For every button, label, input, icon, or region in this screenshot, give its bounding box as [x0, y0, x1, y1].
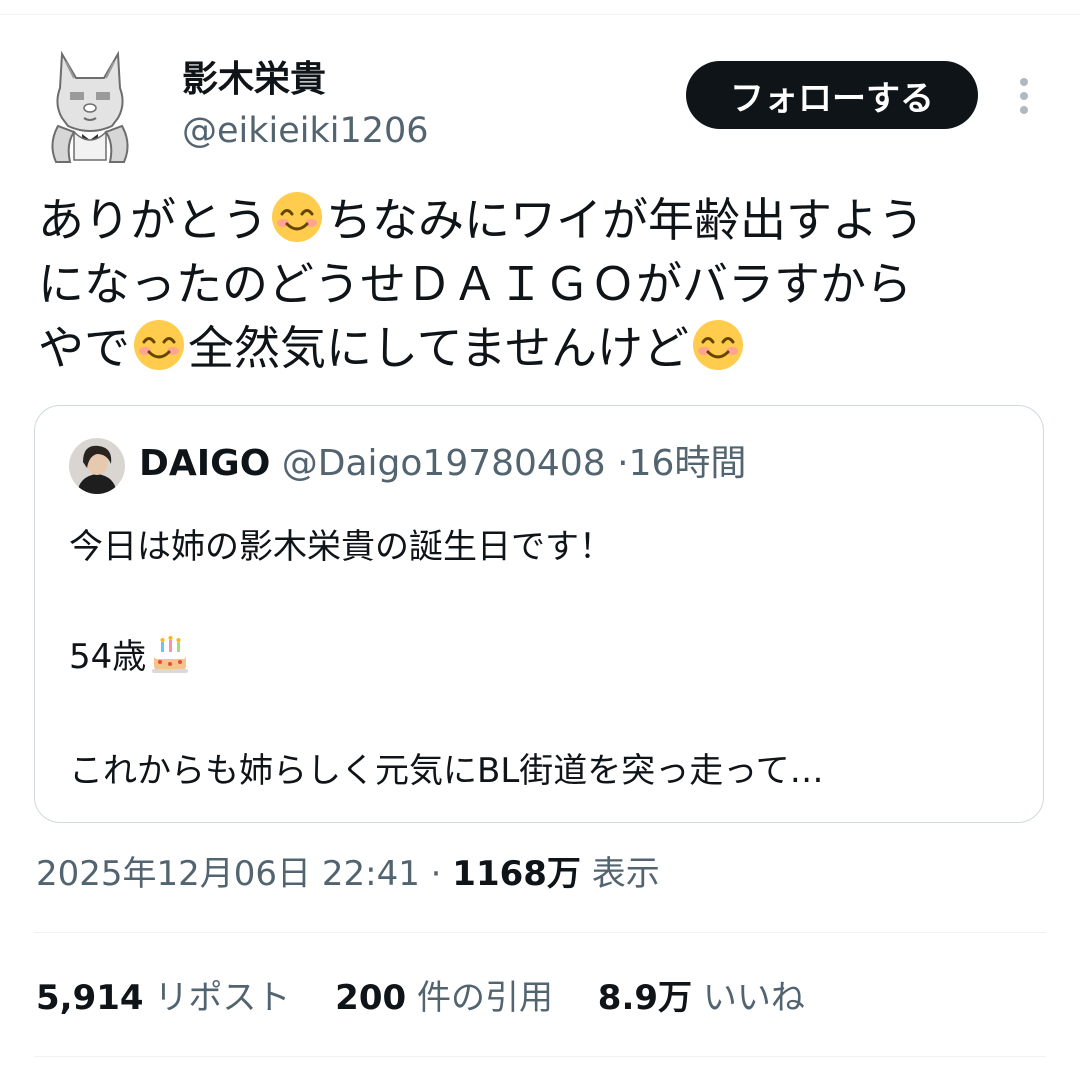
author-handle[interactable]: @eikieiki1206 — [182, 108, 429, 154]
likes-stat[interactable]: 8.9万 いいね — [598, 974, 805, 1022]
quoted-separator: · — [617, 443, 629, 484]
more-options-icon[interactable] — [1008, 74, 1040, 118]
follow-button[interactable]: フォローする — [686, 61, 978, 129]
quoted-text-line: 今日は姉の影木栄貴の誕生日です！ — [69, 527, 613, 567]
quoted-text-line-age: 54歳 — [69, 632, 192, 680]
tweet-line: やで 全然気にしてませんけど — [38, 316, 1048, 380]
smiling-face-emoji-icon — [134, 320, 184, 370]
quotes-count: 200 — [335, 978, 407, 1018]
quotes-label: 件の引用 — [416, 978, 553, 1018]
quoted-author-name[interactable]: DAIGO — [139, 443, 270, 484]
quoted-author-avatar[interactable] — [69, 438, 125, 494]
tweet-text-segment: ありがとう — [38, 193, 268, 247]
likes-count: 8.9万 — [597, 978, 693, 1018]
tweet-timestamp[interactable]: 2025年12月06日 22:41 — [36, 854, 420, 894]
tweet-text: ありがとう ちなみにワイが年齢出すよう になったのどうせＤＡＩＧＯがバラすから や… — [38, 188, 1048, 380]
top-divider — [0, 14, 1080, 15]
reposts-stat[interactable]: 5,914 リポスト — [36, 974, 290, 1022]
quoted-time[interactable]: 16時間 — [629, 443, 747, 484]
engagement-stats: 5,914 リポスト 200 件の引用 8.9万 いいね — [36, 974, 839, 1022]
quoted-tweet-card[interactable]: DAIGO @Daigo19780408 ·16時間 今日は姉の影木栄貴の誕生日… — [34, 405, 1044, 823]
smiling-face-emoji-icon — [692, 320, 743, 370]
quoted-text-line: これからも姉らしく元気にBL街道を突っ走って… — [69, 751, 824, 791]
quoted-author-handle[interactable]: @Daigo19780408 — [282, 443, 606, 484]
tweet-text-segment: やで — [38, 321, 130, 375]
tweet-text-segment: ちなみにワイが年齢出すよう — [326, 193, 924, 247]
tweet-timestamp-row: 2025年12月06日 22:41 · 1168万 表示 — [36, 850, 660, 898]
divider — [34, 1056, 1046, 1057]
author-avatar[interactable] — [40, 48, 140, 166]
author-name[interactable]: 影木栄貴 — [182, 56, 326, 104]
divider — [34, 932, 1046, 933]
timestamp-separator: · — [430, 854, 442, 894]
quotes-stat[interactable]: 200 件の引用 — [335, 974, 553, 1022]
cat-avatar-icon — [51, 50, 129, 163]
tweet-line: になったのどうせＤＡＩＧＯがバラすから — [38, 252, 1048, 316]
reposts-label: リポスト — [154, 978, 291, 1018]
reposts-count: 5,914 — [36, 978, 144, 1018]
views-label: 表示 — [591, 854, 660, 894]
smiling-face-emoji-icon — [272, 192, 322, 242]
likes-label: いいね — [702, 978, 805, 1018]
tweet-text-segment: 全然気にしてませんけど — [188, 321, 689, 375]
birthday-cake-emoji-icon — [152, 636, 189, 673]
views-count: 1168万 — [452, 854, 581, 894]
tweet-line: ありがとう ちなみにワイが年齢出すよう — [38, 188, 1048, 252]
quoted-tweet-header: DAIGO @Daigo19780408 ·16時間 — [139, 440, 746, 488]
tweet-text-segment: になったのどうせＤＡＩＧＯがバラすから — [38, 257, 912, 311]
quoted-age-text: 54歳 — [69, 637, 147, 677]
